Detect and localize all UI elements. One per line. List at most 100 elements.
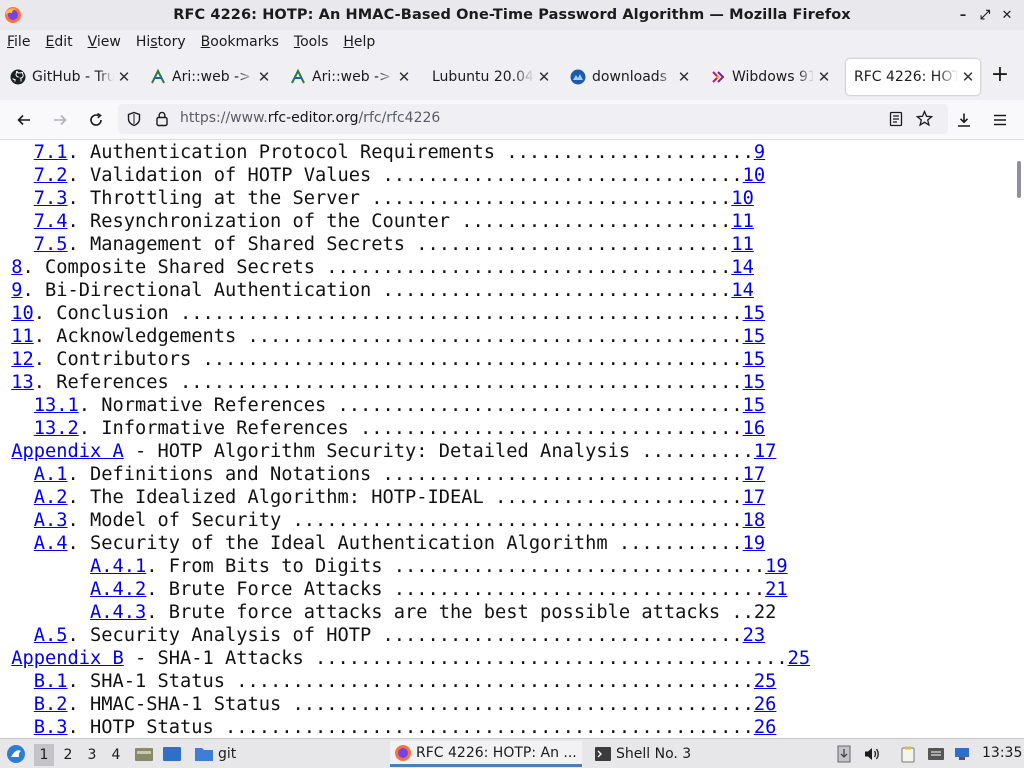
- window-titlebar[interactable]: RFC 4226: HOTP: An HMAC-Based One-Time P…: [0, 0, 1024, 30]
- desktop-launcher-icon[interactable]: [162, 744, 182, 764]
- tab-close-icon[interactable]: ✕: [256, 68, 272, 86]
- toc-page-link[interactable]: 11: [731, 234, 754, 255]
- task-manager-tray-icon[interactable]: [834, 744, 854, 764]
- toc-section-link[interactable]: 7.5: [34, 234, 68, 255]
- reader-view-icon[interactable]: [888, 111, 904, 131]
- toc-section-link[interactable]: A.1: [34, 464, 68, 485]
- toc-page-link[interactable]: 26: [754, 717, 777, 738]
- workspace-4[interactable]: 4: [106, 744, 126, 766]
- new-tab-button[interactable]: +: [988, 64, 1012, 88]
- lock-icon[interactable]: [154, 110, 170, 131]
- toc-page-link[interactable]: 14: [731, 280, 754, 301]
- toc-section-link[interactable]: A.4: [34, 533, 68, 554]
- keyboard-layout-icon[interactable]: [926, 744, 946, 764]
- toc-section-link[interactable]: 7.4: [34, 211, 68, 232]
- toc-page-link[interactable]: 23: [743, 625, 766, 646]
- toc-page-link[interactable]: 17: [743, 487, 766, 508]
- close-window-button[interactable]: ✕: [996, 6, 1018, 24]
- toc-page-link[interactable]: 14: [731, 257, 754, 278]
- tab-ari-web-2[interactable]: Ari::web -> L ✕: [280, 59, 418, 95]
- url-bar[interactable]: https://www.rfc-editor.org/rfc/rfc4226: [118, 104, 948, 134]
- toc-section-link[interactable]: 13.1: [34, 395, 79, 416]
- toc-section-link[interactable]: Appendix B: [11, 648, 124, 669]
- toc-section-link[interactable]: B.2: [34, 694, 68, 715]
- toc-section-link[interactable]: A.2: [34, 487, 68, 508]
- toc-section-link[interactable]: A.4.1: [90, 556, 146, 577]
- tab-close-icon[interactable]: ✕: [816, 68, 832, 86]
- vertical-scrollbar[interactable]: [1014, 141, 1024, 738]
- volume-icon[interactable]: [862, 744, 882, 764]
- toc-section-link[interactable]: 9: [11, 280, 22, 301]
- url-text[interactable]: https://www.rfc-editor.org/rfc/rfc4226: [180, 110, 440, 126]
- toc-page-link[interactable]: 17: [743, 464, 766, 485]
- maximize-button[interactable]: ⤢: [974, 6, 996, 24]
- toc-page-link[interactable]: 17: [754, 441, 777, 462]
- toc-section-link[interactable]: Appendix A: [11, 441, 124, 462]
- reload-button[interactable]: [84, 108, 108, 132]
- toc-section-link[interactable]: 11: [11, 326, 34, 347]
- menu-bookmarks[interactable]: Bookmarks: [201, 34, 279, 50]
- toc-section-link[interactable]: 7.3: [34, 188, 68, 209]
- toc-section-link[interactable]: 13.2: [34, 418, 79, 439]
- workspace-1[interactable]: 1: [34, 744, 54, 766]
- downloads-button[interactable]: [952, 108, 976, 132]
- back-button[interactable]: [12, 108, 36, 132]
- toc-section-link[interactable]: A.3: [34, 510, 68, 531]
- toc-section-link[interactable]: 13: [11, 372, 34, 393]
- menu-file[interactable]: File: [7, 34, 30, 50]
- toc-page-link[interactable]: 15: [743, 372, 766, 393]
- tab-close-icon[interactable]: ✕: [536, 68, 552, 86]
- toc-section-link[interactable]: A.4.2: [90, 579, 146, 600]
- toc-section-link[interactable]: B.1: [34, 671, 68, 692]
- toc-page-link[interactable]: 26: [754, 694, 777, 715]
- tab-close-icon[interactable]: ✕: [116, 68, 132, 86]
- minimize-button[interactable]: –: [952, 6, 974, 24]
- toc-section-link[interactable]: 10: [11, 303, 34, 324]
- workspace-2[interactable]: 2: [58, 744, 78, 766]
- toc-page-link[interactable]: 25: [788, 648, 811, 669]
- toc-page-link[interactable]: 25: [754, 671, 777, 692]
- app-menu-button[interactable]: [988, 108, 1012, 132]
- network-icon[interactable]: [952, 744, 972, 764]
- forward-button[interactable]: [48, 108, 72, 132]
- tab-close-icon[interactable]: ✕: [396, 68, 412, 86]
- toc-section-link[interactable]: 7.1: [34, 142, 68, 163]
- file-manager-launcher-icon[interactable]: [134, 744, 154, 764]
- toc-page-link[interactable]: 16: [743, 418, 766, 439]
- git-folder-launcher[interactable]: git: [194, 741, 236, 767]
- toc-page-link[interactable]: 10: [731, 188, 754, 209]
- start-menu-icon[interactable]: [6, 744, 26, 764]
- toc-page-link[interactable]: 15: [743, 395, 766, 416]
- tab-downloads[interactable]: downloads | ✕: [560, 59, 698, 95]
- tab-ari-web-1[interactable]: Ari::web -> L ✕: [140, 59, 278, 95]
- toc-page-link[interactable]: 11: [731, 211, 754, 232]
- page-content[interactable]: 7.1. Authentication Protocol Requirement…: [0, 141, 1014, 738]
- tab-lubuntu[interactable]: Lubuntu 20.04 L ✕: [420, 59, 558, 95]
- menu-view[interactable]: View: [88, 34, 121, 50]
- bookmark-star-icon[interactable]: [915, 109, 934, 131]
- task-firefox[interactable]: RFC 4226: HOTP: An ...: [390, 741, 582, 767]
- shield-icon[interactable]: [126, 111, 142, 131]
- toc-page-link[interactable]: 15: [743, 349, 766, 370]
- menu-help[interactable]: Help: [343, 34, 375, 50]
- toc-section-link[interactable]: A.5: [34, 625, 68, 646]
- tab-close-icon[interactable]: ✕: [960, 68, 976, 86]
- toc-section-link[interactable]: 8: [11, 257, 22, 278]
- toc-page-link[interactable]: 15: [743, 303, 766, 324]
- menu-edit[interactable]: Edit: [45, 34, 72, 50]
- toc-section-link[interactable]: A.4.3: [90, 602, 146, 623]
- clock[interactable]: 13:35: [982, 745, 1022, 761]
- toc-page-link[interactable]: 18: [743, 510, 766, 531]
- toc-section-link[interactable]: 7.2: [34, 165, 68, 186]
- tab-wibdows[interactable]: Wibdows 91 ✕: [700, 59, 838, 95]
- toc-section-link[interactable]: 12: [11, 349, 34, 370]
- menu-history[interactable]: History: [136, 34, 186, 50]
- tab-close-icon[interactable]: ✕: [676, 68, 692, 86]
- toc-section-link[interactable]: B.3: [34, 717, 68, 738]
- toc-page-link[interactable]: 19: [765, 556, 788, 577]
- toc-page-link[interactable]: 19: [743, 533, 766, 554]
- tab-rfc4226[interactable]: RFC 4226: HOTP ✕: [846, 59, 980, 95]
- toc-page-link[interactable]: 9: [754, 142, 765, 163]
- clipboard-icon[interactable]: [898, 744, 918, 764]
- toc-page-link[interactable]: 21: [765, 579, 788, 600]
